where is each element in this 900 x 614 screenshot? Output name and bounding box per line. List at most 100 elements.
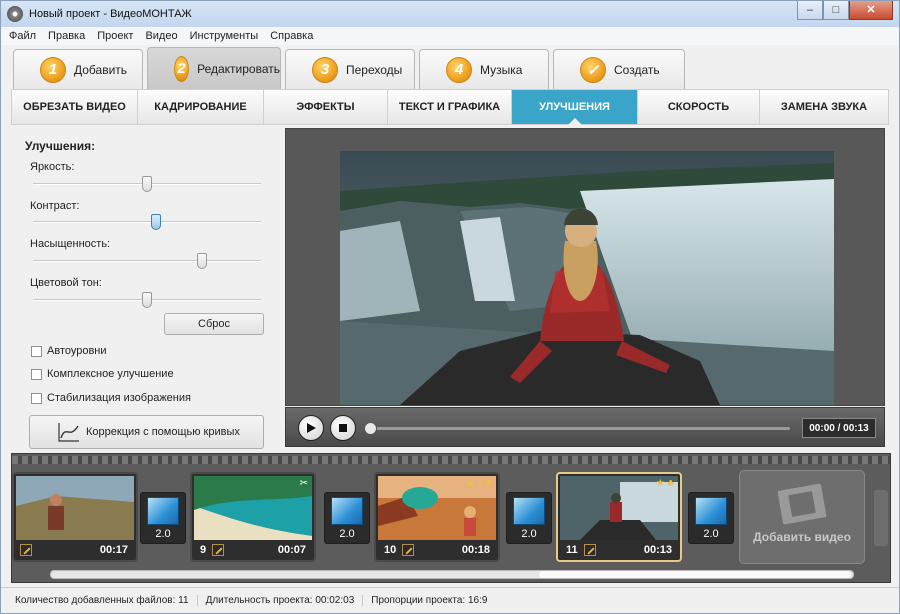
- wizard-steps: 1 Добавить 2 Редактировать 3 Переходы 4 …: [1, 45, 899, 89]
- clip-thumbnail[interactable]: 00:17: [12, 472, 138, 562]
- menu-video[interactable]: Видео: [145, 30, 177, 42]
- complex-enhance-checkbox[interactable]: Комплексное улучшение: [31, 368, 174, 380]
- reset-button[interactable]: Сброс: [164, 313, 264, 335]
- panel-title: Улучшения:: [25, 139, 96, 153]
- add-video-button[interactable]: Добавить видео: [739, 470, 865, 564]
- edit-pencil-icon[interactable]: [583, 544, 596, 556]
- menu-project[interactable]: Проект: [97, 30, 133, 42]
- transition-icon: [331, 497, 363, 525]
- menu-file[interactable]: Файл: [9, 30, 36, 42]
- contrast-track[interactable]: [33, 221, 261, 223]
- menu-tools[interactable]: Инструменты: [190, 30, 259, 42]
- tab-replace-sound[interactable]: ЗАМЕНА ЗВУКА: [760, 90, 888, 124]
- curves-button[interactable]: Коррекция с помощью кривых: [29, 415, 264, 449]
- transition-icon: [513, 497, 545, 525]
- beach-image: [194, 476, 312, 540]
- transition-duration: 2.0: [521, 528, 537, 540]
- scrollbar-thumb[interactable]: [539, 571, 851, 578]
- stop-icon: [339, 424, 347, 432]
- edit-pencil-icon[interactable]: [402, 544, 415, 556]
- contrast-label: Контраст:: [30, 200, 80, 212]
- stabilize-label: Стабилизация изображения: [47, 392, 191, 404]
- edit-pencil-icon[interactable]: [20, 544, 32, 556]
- video-preview: [285, 128, 885, 406]
- play-button[interactable]: [298, 415, 324, 441]
- curve-graph-icon: [58, 423, 79, 442]
- scroll-right-icon[interactable]: [874, 490, 888, 546]
- waterfall-scene-image: [340, 151, 834, 405]
- step-number-icon: 4: [446, 56, 472, 83]
- edit-tabs: ОБРЕЗАТЬ ВИДЕО КАДРИРОВАНИЕ ЭФФЕКТЫ ТЕКС…: [11, 89, 889, 125]
- clip-duration: 00:07: [277, 544, 306, 556]
- checkbox-box[interactable]: [31, 345, 42, 357]
- tab-effects[interactable]: ЭФФЕКТЫ: [264, 90, 388, 124]
- clip-duration: 00:13: [643, 544, 672, 556]
- timeline-scrollbar[interactable]: [50, 570, 854, 579]
- transition-duration: 2.0: [339, 528, 355, 540]
- project-duration: Длительность проекта: 00:02:03: [198, 595, 364, 606]
- tab-speed[interactable]: СКОРОСТЬ: [638, 90, 760, 124]
- step-number-icon: 3: [312, 56, 338, 83]
- video-frame[interactable]: [340, 151, 834, 405]
- hue-slider[interactable]: [142, 292, 152, 308]
- clip-number: 11: [566, 544, 578, 556]
- step-create[interactable]: ✓ Создать: [553, 49, 685, 89]
- checkbox-box[interactable]: [31, 392, 42, 404]
- clip-number: 10: [384, 544, 397, 556]
- tab-crop[interactable]: КАДРИРОВАНИЕ: [138, 90, 264, 124]
- transition-icon: [695, 497, 727, 525]
- edit-pencil-icon[interactable]: [212, 544, 225, 556]
- clip-thumbnail-selected[interactable]: ★ ♣ 11 00:13: [556, 472, 682, 562]
- transition-tile[interactable]: 2.0: [506, 492, 552, 544]
- transition-duration: 2.0: [155, 528, 171, 540]
- app-logo-icon: [7, 6, 23, 22]
- checkmark-icon: ✓: [580, 56, 606, 83]
- step-transitions[interactable]: 3 Переходы: [285, 49, 415, 89]
- minimize-button[interactable]: –: [797, 1, 823, 20]
- auto-levels-checkbox[interactable]: Автоуровни: [31, 345, 107, 357]
- seek-handle[interactable]: [364, 422, 377, 435]
- seek-bar[interactable]: [370, 427, 790, 430]
- curves-label: Коррекция с помощью кривых: [86, 426, 240, 438]
- transition-tile[interactable]: 2.0: [140, 492, 186, 544]
- tab-text-graphics[interactable]: ТЕКСТ И ГРАФИКА: [388, 90, 512, 124]
- step-label: Редактировать: [197, 61, 280, 76]
- film-icon: [777, 483, 827, 525]
- enhancements-panel: Улучшения: Яркость: Контраст: Насыщеннос…: [13, 125, 283, 453]
- stabilize-checkbox[interactable]: Стабилизация изображения: [31, 392, 191, 404]
- checkbox-box[interactable]: [31, 368, 42, 380]
- maximize-button[interactable]: □: [823, 1, 849, 20]
- step-music[interactable]: 4 Музыка: [419, 49, 549, 89]
- brightness-slider[interactable]: [142, 176, 152, 192]
- clip-thumbnail[interactable]: ★ T ♣ 10 00:18: [374, 472, 500, 562]
- step-label: Музыка: [480, 62, 523, 77]
- transition-duration: 2.0: [703, 528, 719, 540]
- tab-trim-video[interactable]: ОБРЕЗАТЬ ВИДЕО: [12, 90, 138, 124]
- step-label: Переходы: [346, 62, 403, 77]
- clip-thumbnail[interactable]: ✂ 9 00:07: [190, 472, 316, 562]
- stop-button[interactable]: [330, 415, 356, 441]
- close-button[interactable]: ✕: [849, 1, 893, 20]
- effects-icons: ★ ♣: [655, 478, 674, 489]
- menu-help[interactable]: Справка: [270, 30, 313, 42]
- storyboard: ‹ 00:17 2.0 ✂ 900:07 2.0 ★ T ♣ 1000:18 2…: [11, 453, 891, 583]
- transition-tile[interactable]: 2.0: [688, 492, 734, 544]
- step-edit[interactable]: 2 Редактировать: [147, 47, 281, 89]
- transition-tile[interactable]: 2.0: [324, 492, 370, 544]
- window-title: Новый проект - ВидеоМОНТАЖ: [29, 8, 192, 20]
- app-window: Новый проект - ВидеоМОНТАЖ – □ ✕ Файл Пр…: [0, 0, 900, 614]
- tab-enhancements[interactable]: УЛУЧШЕНИЯ: [512, 90, 638, 125]
- saturation-slider[interactable]: [196, 253, 207, 269]
- clip-number: 9: [200, 544, 207, 556]
- play-icon: [307, 423, 316, 433]
- menu-edit[interactable]: Правка: [48, 30, 85, 42]
- contrast-slider[interactable]: [151, 214, 162, 230]
- saturation-label: Насыщенность:: [30, 238, 111, 250]
- add-video-label: Добавить видео: [753, 530, 851, 544]
- film-strip-top: [12, 456, 890, 464]
- auto-levels-label: Автоуровни: [47, 345, 107, 357]
- step-add[interactable]: 1 Добавить: [13, 49, 143, 89]
- transition-icon: [147, 497, 179, 525]
- saturation-track[interactable]: [33, 260, 261, 262]
- scissors-icon: ✂: [299, 478, 308, 489]
